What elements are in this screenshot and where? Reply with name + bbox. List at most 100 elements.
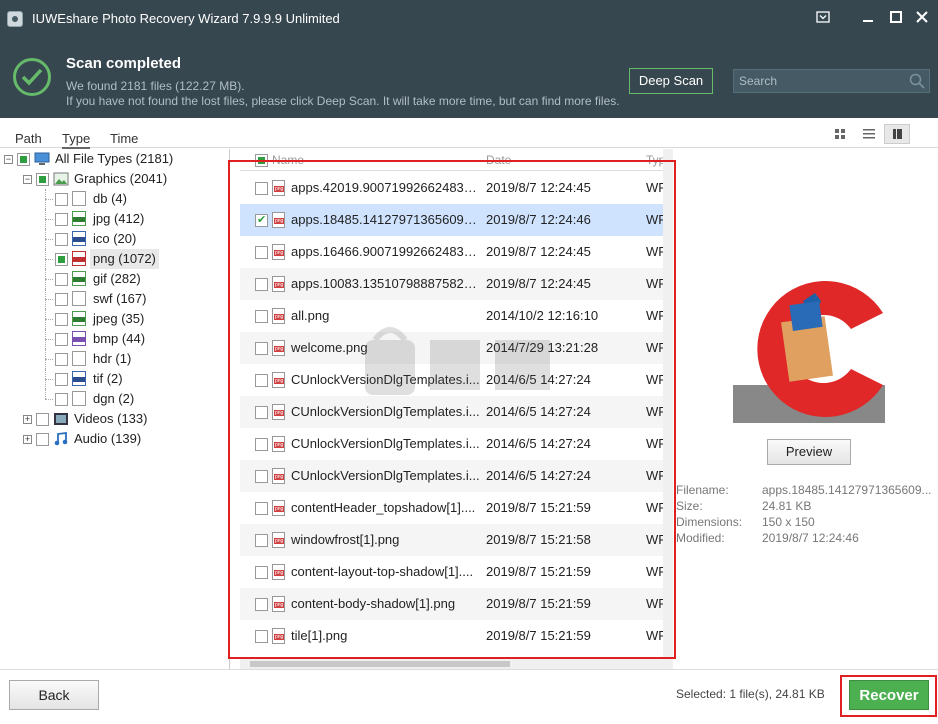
back-button[interactable]: Back [9, 680, 99, 710]
file-row-checkbox[interactable] [255, 502, 268, 515]
scan-status-header: Scan completed We found 2181 files (122.… [0, 38, 938, 118]
tree-checkbox[interactable] [55, 313, 68, 326]
file-row-checkbox[interactable] [255, 278, 268, 291]
minimize-button[interactable] [857, 8, 879, 28]
file-type-icon [72, 271, 86, 286]
tree-connector [45, 379, 53, 380]
tree-checkbox[interactable] [55, 373, 68, 386]
collapse-icon[interactable]: − [4, 155, 13, 164]
list-view-button[interactable] [856, 124, 882, 144]
file-row-checkbox[interactable] [255, 374, 268, 387]
expand-icon[interactable]: + [23, 415, 32, 424]
tree-label-file-type: jpg (412) [93, 211, 145, 226]
file-row[interactable]: welcome.png 2014/7/29 13:21:28 WF [240, 332, 663, 364]
file-type: WF [646, 340, 663, 355]
tree-checkbox[interactable] [36, 413, 49, 426]
file-list-horizontal-scrollbar[interactable] [240, 659, 673, 669]
file-date: 2019/8/7 12:24:45 [486, 244, 591, 259]
file-row[interactable]: apps.10083.135107988875821... 2019/8/7 12… [240, 268, 663, 300]
file-row[interactable]: CUnlockVersionDlgTemplates.i... 2014/6/5 … [240, 428, 663, 460]
tree-checkbox[interactable] [36, 433, 49, 446]
tab-time[interactable]: Time [110, 131, 138, 146]
file-name: apps.16466.900719926624839... [291, 244, 481, 259]
tree-checkbox[interactable] [55, 353, 68, 366]
file-row-checkbox[interactable] [255, 438, 268, 451]
tree-checkbox[interactable] [55, 293, 68, 306]
file-row[interactable]: windowfrost[1].png 2019/8/7 15:21:58 WF [240, 524, 663, 556]
file-date: 2019/8/7 12:24:45 [486, 276, 591, 291]
file-row-checkbox[interactable] [255, 470, 268, 483]
deep-scan-button[interactable]: Deep Scan [629, 68, 713, 94]
file-row-checkbox[interactable] [255, 182, 268, 195]
filename-label: Filename: [676, 483, 729, 497]
file-date: 2019/8/7 12:24:45 [486, 180, 591, 195]
column-date[interactable]: Date [486, 153, 511, 167]
tab-type[interactable]: Type [62, 131, 91, 149]
file-row[interactable]: CUnlockVersionDlgTemplates.i... 2014/6/5 … [240, 460, 663, 492]
file-name: apps.10083.135107988875821... [291, 276, 481, 291]
search-input[interactable]: Search [733, 69, 930, 93]
recover-button[interactable]: Recover [849, 680, 929, 710]
close-icon [916, 11, 928, 23]
file-row-checkbox[interactable] [255, 310, 268, 323]
tree-checkbox[interactable] [17, 153, 30, 166]
file-list-vertical-scrollbar[interactable] [663, 149, 673, 659]
file-row[interactable]: content-layout-top-shadow[1].... 2019/8/7… [240, 556, 663, 588]
png-file-icon [272, 340, 285, 356]
tree-checkbox[interactable] [36, 173, 49, 186]
tree-checkbox[interactable] [55, 393, 68, 406]
file-row-checkbox[interactable] [255, 213, 268, 227]
file-row[interactable]: contentHeader_topshadow[1].... 2019/8/7 1… [240, 492, 663, 524]
preview-image [733, 281, 885, 423]
file-row-checkbox[interactable] [255, 598, 268, 611]
png-file-icon [272, 276, 285, 292]
tab-path[interactable]: Path [15, 131, 42, 146]
scan-complete-check-icon [13, 58, 51, 96]
close-button[interactable] [911, 8, 933, 28]
preview-button[interactable]: Preview [767, 439, 851, 465]
search-icon[interactable] [909, 73, 925, 89]
file-row-checkbox[interactable] [255, 534, 268, 547]
tree-checkbox[interactable] [55, 253, 68, 266]
file-row-checkbox[interactable] [255, 342, 268, 355]
tree-checkbox[interactable] [55, 273, 68, 286]
png-file-icon [272, 212, 285, 228]
file-row[interactable]: apps.16466.900719926624839... 2019/8/7 12… [240, 236, 663, 268]
detail-view-button[interactable] [884, 124, 910, 144]
column-name[interactable]: Name [272, 153, 304, 167]
maximize-button[interactable] [885, 8, 907, 28]
file-row[interactable]: CUnlockVersionDlgTemplates.i... 2014/6/5 … [240, 364, 663, 396]
filename-value: apps.18485.14127971365609... [762, 483, 932, 497]
file-row[interactable]: apps.42019.900719926624838... 2019/8/7 12… [240, 172, 663, 204]
menu-dropdown-button[interactable] [812, 8, 834, 28]
file-type-icon [72, 351, 86, 366]
png-file-icon [272, 308, 285, 324]
tree-checkbox[interactable] [55, 233, 68, 246]
select-all-checkbox[interactable] [255, 154, 268, 167]
file-type: WF [646, 212, 663, 227]
tree-checkbox[interactable] [55, 213, 68, 226]
file-type: WF [646, 628, 663, 643]
audio-icon [54, 432, 68, 446]
file-row-checkbox[interactable] [255, 406, 268, 419]
file-row[interactable]: apps.18485.141279713656099... 2019/8/7 12… [240, 204, 663, 236]
file-row[interactable]: content-body-shadow[1].png 2019/8/7 15:21… [240, 588, 663, 620]
file-date: 2019/8/7 15:21:58 [486, 532, 591, 547]
file-row-checkbox[interactable] [255, 246, 268, 259]
file-name: tile[1].png [291, 628, 348, 643]
tree-checkbox[interactable] [55, 193, 68, 206]
file-type-icon [72, 391, 86, 406]
expand-icon[interactable]: + [23, 435, 32, 444]
file-row[interactable]: CUnlockVersionDlgTemplates.i... 2014/6/5 … [240, 396, 663, 428]
file-row-checkbox[interactable] [255, 630, 268, 643]
scrollbar-thumb[interactable] [250, 661, 510, 667]
thumbnail-view-button[interactable] [827, 124, 853, 144]
tree-checkbox[interactable] [55, 333, 68, 346]
file-row-checkbox[interactable] [255, 566, 268, 579]
file-type: WF [646, 468, 663, 483]
file-row[interactable]: tile[1].png 2019/8/7 15:21:59 WF [240, 620, 663, 652]
file-row[interactable]: all.png 2014/10/2 12:16:10 WF [240, 300, 663, 332]
collapse-icon[interactable]: − [23, 175, 32, 184]
file-date: 2019/8/7 15:21:59 [486, 596, 591, 611]
tree-connector [45, 219, 53, 220]
